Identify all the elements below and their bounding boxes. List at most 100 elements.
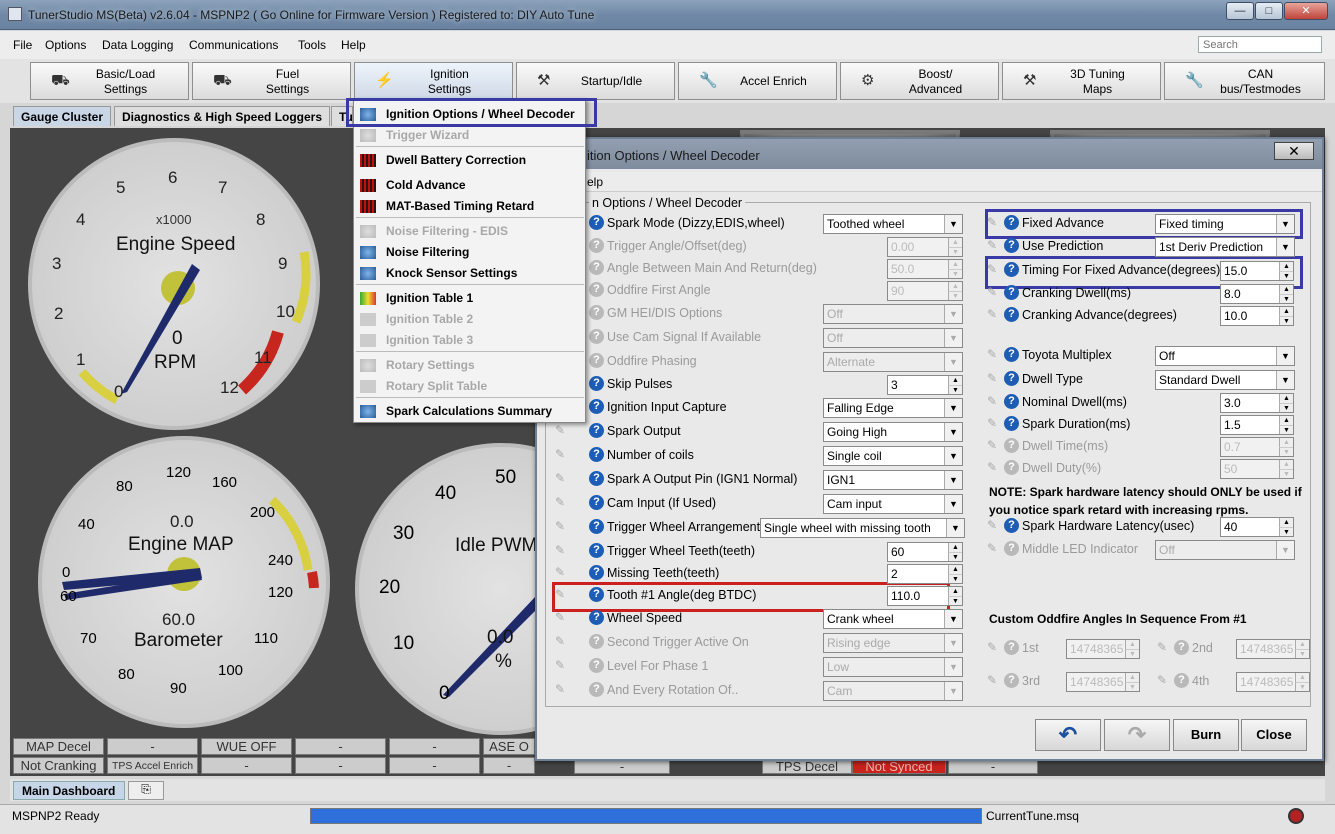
boost-advanced-button[interactable]: ⚙ Boost/Advanced [840, 62, 999, 100]
setting-spinner[interactable]: 3.0 ▲ ▼ [1220, 393, 1294, 413]
ignition-settings-button[interactable]: ⚡ Ignition Settings [354, 62, 513, 100]
chevron-down-icon[interactable]: ▼ [944, 610, 962, 628]
setting-spinner[interactable]: 40 ▲ ▼ [1220, 517, 1294, 537]
edit-icon[interactable]: ✎ [555, 682, 565, 696]
accel-enrich-button[interactable]: 🔧 Accel Enrich [678, 62, 837, 100]
help-icon[interactable]: ? [1004, 541, 1019, 556]
menu-item[interactable]: Cold Advance [354, 175, 585, 196]
spin-down-icon[interactable]: ▼ [1279, 271, 1293, 280]
setting-dropdown[interactable]: Falling Edge ▼ [823, 398, 963, 418]
setting-spinner[interactable]: 1.5 ▲ ▼ [1220, 415, 1294, 435]
menu-options[interactable]: Options [45, 38, 86, 52]
edit-icon[interactable]: ✎ [987, 307, 997, 321]
setting-dropdown[interactable]: 1st Deriv Prediction ▼ [1155, 237, 1295, 257]
help-icon[interactable]: ? [589, 682, 604, 697]
setting-spinner[interactable]: 60 ▲ ▼ [887, 542, 963, 562]
spin-up-icon[interactable]: ▲ [1279, 307, 1293, 316]
chevron-down-icon[interactable]: ▼ [1276, 238, 1294, 256]
chevron-down-icon[interactable]: ▼ [944, 423, 962, 441]
help-icon[interactable]: ? [589, 495, 604, 510]
chevron-down-icon[interactable]: ▼ [944, 399, 962, 417]
help-icon[interactable]: ? [589, 565, 604, 580]
edit-icon[interactable]: ✎ [555, 543, 565, 557]
chevron-down-icon[interactable]: ▼ [1276, 347, 1294, 365]
edit-icon[interactable]: ✎ [987, 394, 997, 408]
help-icon[interactable]: ? [589, 399, 604, 414]
edit-icon[interactable]: ✎ [987, 541, 997, 555]
setting-dropdown[interactable]: Fixed timing ▼ [1155, 214, 1295, 234]
setting-dropdown[interactable]: Single wheel with missing tooth ▼ [760, 518, 965, 538]
search-input[interactable] [1198, 36, 1322, 53]
spin-up-icon[interactable]: ▲ [1279, 285, 1293, 294]
chevron-down-icon[interactable]: ▼ [944, 353, 962, 371]
spin-down-icon[interactable]: ▼ [1279, 316, 1293, 325]
edit-icon[interactable]: ✎ [987, 215, 997, 229]
menu-data-logging[interactable]: Data Logging [102, 38, 173, 52]
setting-dropdown[interactable]: IGN1 ▼ [823, 470, 963, 490]
spin-up-icon[interactable]: ▲ [1279, 460, 1293, 469]
edit-icon[interactable]: ✎ [555, 610, 565, 624]
maximize-button[interactable]: □ [1255, 2, 1283, 20]
setting-dropdown[interactable]: Cam input ▼ [823, 494, 963, 514]
spin-up-icon[interactable]: ▲ [1279, 518, 1293, 527]
help-icon[interactable]: ? [589, 423, 604, 438]
help-icon[interactable]: ? [1004, 371, 1019, 386]
edit-icon[interactable]: ✎ [555, 423, 565, 437]
chevron-down-icon[interactable]: ▼ [944, 215, 962, 233]
edit-icon[interactable]: ✎ [555, 471, 565, 485]
setting-dropdown[interactable]: Toothed wheel ▼ [823, 214, 963, 234]
setting-spinner[interactable]: 3 ▲ ▼ [887, 375, 963, 395]
help-icon[interactable]: ? [589, 543, 604, 558]
setting-spinner[interactable]: 15.0 ▲ ▼ [1220, 261, 1294, 281]
chevron-down-icon[interactable]: ▼ [1276, 371, 1294, 389]
spin-down-icon[interactable]: ▼ [948, 552, 962, 561]
edit-icon[interactable]: ✎ [987, 262, 997, 276]
setting-spinner[interactable]: 2 ▲ ▼ [887, 564, 963, 584]
menu-help[interactable]: Help [341, 38, 366, 52]
chevron-down-icon[interactable]: ▼ [944, 495, 962, 513]
chevron-down-icon[interactable]: ▼ [946, 519, 964, 537]
setting-dropdown[interactable]: Standard Dwell ▼ [1155, 370, 1295, 390]
edit-icon[interactable]: ✎ [555, 658, 565, 672]
chevron-down-icon[interactable]: ▼ [944, 305, 962, 323]
edit-icon[interactable]: ✎ [555, 495, 565, 509]
spin-down-icon[interactable]: ▼ [1279, 469, 1293, 478]
help-icon[interactable]: ? [1004, 307, 1019, 322]
help-icon[interactable]: ? [589, 519, 604, 534]
spin-down-icon[interactable]: ▼ [948, 269, 962, 278]
help-icon[interactable]: ? [589, 587, 604, 602]
chevron-down-icon[interactable]: ▼ [944, 447, 962, 465]
edit-icon[interactable]: ✎ [987, 438, 997, 452]
help-icon[interactable]: ? [589, 238, 604, 253]
spin-down-icon[interactable]: ▼ [948, 385, 962, 394]
spin-down-icon[interactable]: ▼ [1279, 403, 1293, 412]
setting-dropdown[interactable]: Off ▼ [1155, 346, 1295, 366]
spin-up-icon[interactable]: ▲ [948, 376, 962, 385]
redo-button[interactable]: ↷ [1104, 719, 1170, 751]
setting-spinner[interactable]: 10.0 ▲ ▼ [1220, 306, 1294, 326]
menu-item[interactable]: Ignition Table 1 [354, 288, 585, 309]
edit-icon[interactable]: ✎ [987, 238, 997, 252]
help-icon[interactable]: ? [589, 329, 604, 344]
help-icon[interactable]: ? [589, 353, 604, 368]
startup-idle-button[interactable]: ⚒ Startup/Idle [516, 62, 675, 100]
edit-icon[interactable]: ✎ [555, 447, 565, 461]
help-icon[interactable]: ? [589, 471, 604, 486]
spin-down-icon[interactable]: ▼ [948, 247, 962, 256]
setting-dropdown[interactable]: Single coil ▼ [823, 446, 963, 466]
edit-icon[interactable]: ✎ [555, 519, 565, 533]
edit-icon[interactable]: ✎ [987, 460, 997, 474]
spin-down-icon[interactable]: ▼ [1279, 447, 1293, 456]
basic-load-settings-button[interactable]: ⛟ Basic/Load Settings [30, 62, 189, 100]
setting-dropdown[interactable]: Going High ▼ [823, 422, 963, 442]
help-icon[interactable]: ? [1004, 285, 1019, 300]
close-button[interactable]: Close [1241, 719, 1307, 751]
tab-main-dashboard[interactable]: Main Dashboard [13, 781, 125, 800]
spin-up-icon[interactable]: ▲ [1279, 438, 1293, 447]
help-icon[interactable]: ? [1004, 215, 1019, 230]
setting-dropdown[interactable]: Crank wheel ▼ [823, 609, 963, 629]
spin-down-icon[interactable]: ▼ [1279, 425, 1293, 434]
tab-diagnostics[interactable]: Diagnostics & High Speed Loggers [114, 106, 331, 126]
edit-icon[interactable]: ✎ [555, 587, 565, 601]
spin-up-icon[interactable]: ▲ [948, 260, 962, 269]
